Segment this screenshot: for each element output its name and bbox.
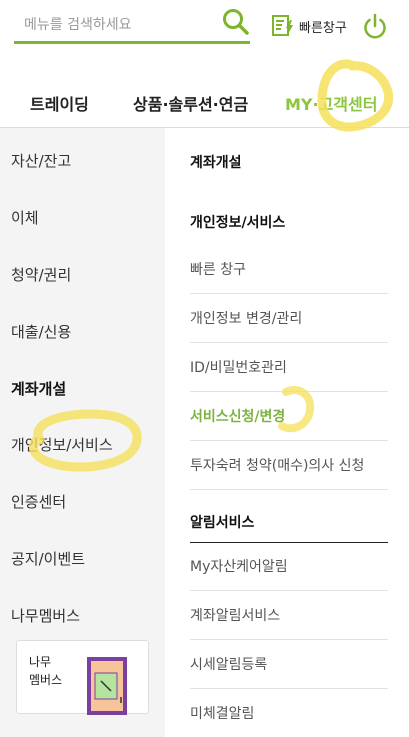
submenu-item-unfilled-alert[interactable]: 미체결알림 xyxy=(190,690,388,737)
banner-text: 나무 멤버스 xyxy=(29,655,63,687)
search-box[interactable] xyxy=(14,6,250,44)
section-title-account-opening[interactable]: 계좌개설 xyxy=(190,152,242,172)
search-icon[interactable] xyxy=(222,8,250,36)
sidebar-item-subscription[interactable]: 청약/권리 xyxy=(11,264,71,285)
submenu-item-id-password[interactable]: ID/비밀번호관리 xyxy=(190,344,388,392)
sidebar-item-assets[interactable]: 자산/잔고 xyxy=(11,150,71,171)
sidebar-item-account-opening[interactable]: 계좌개설 xyxy=(11,378,66,399)
submenu-item-my-asset-care[interactable]: My자산케어알림 xyxy=(190,543,388,591)
quick-account-label: 빠른창구 xyxy=(299,20,347,36)
submenu-item-account-alert[interactable]: 계좌알림서비스 xyxy=(190,592,388,640)
namu-members-banner[interactable]: 나무 멤버스 xyxy=(16,640,149,715)
sidebar-item-personal-info[interactable]: 개인정보/서비스 xyxy=(11,434,113,455)
sidebar-item-notice-event[interactable]: 공지/이벤트 xyxy=(11,548,85,569)
tab-trading[interactable]: 트레이딩 xyxy=(30,91,89,115)
sidebar-item-namu-members[interactable]: 나무멤버스 xyxy=(11,605,80,626)
section-title-personal-info: 개인정보/서비스 xyxy=(190,215,286,231)
search-input[interactable] xyxy=(24,12,214,38)
main-tabs: 트레이딩 상품·솔루션·연금 MY·고객센터 xyxy=(0,76,409,128)
sidebar-item-loan[interactable]: 대출/신용 xyxy=(11,321,71,342)
category-sidebar: 자산/잔고 이체 청약/권리 대출/신용 계좌개설 개인정보/서비스 인증센터 … xyxy=(0,128,165,737)
membership-card-illustration xyxy=(87,657,127,715)
tab-my-customer-center[interactable]: MY·고객센터 xyxy=(285,91,377,115)
section-title-alert-service: 알림서비스 xyxy=(190,515,255,531)
submenu-item-quick-account[interactable]: 빠른 창구 xyxy=(190,246,388,294)
submenu-item-service-request[interactable]: 서비스신청/변경 xyxy=(190,393,388,441)
quick-account-icon xyxy=(272,15,293,36)
sidebar-item-transfer[interactable]: 이체 xyxy=(11,207,39,228)
sidebar-item-auth-center[interactable]: 인증센터 xyxy=(11,491,66,512)
submenu-item-price-alert[interactable]: 시세알림등록 xyxy=(190,641,388,689)
quick-account-button[interactable]: 빠른창구 xyxy=(271,12,347,40)
top-bar: 빠른창구 xyxy=(0,0,409,60)
submenu-item-investment-consideration[interactable]: 투자숙려 청약(매수)의사 신청 xyxy=(190,442,388,490)
power-icon[interactable] xyxy=(362,12,388,40)
submenu-item-personal-info-change[interactable]: 개인정보 변경/관리 xyxy=(190,295,388,343)
submenu-panel: 계좌개설 개인정보/서비스 빠른 창구 개인정보 변경/관리 ID/비밀번호관리… xyxy=(165,128,409,737)
tab-products[interactable]: 상품·솔루션·연금 xyxy=(133,91,248,115)
